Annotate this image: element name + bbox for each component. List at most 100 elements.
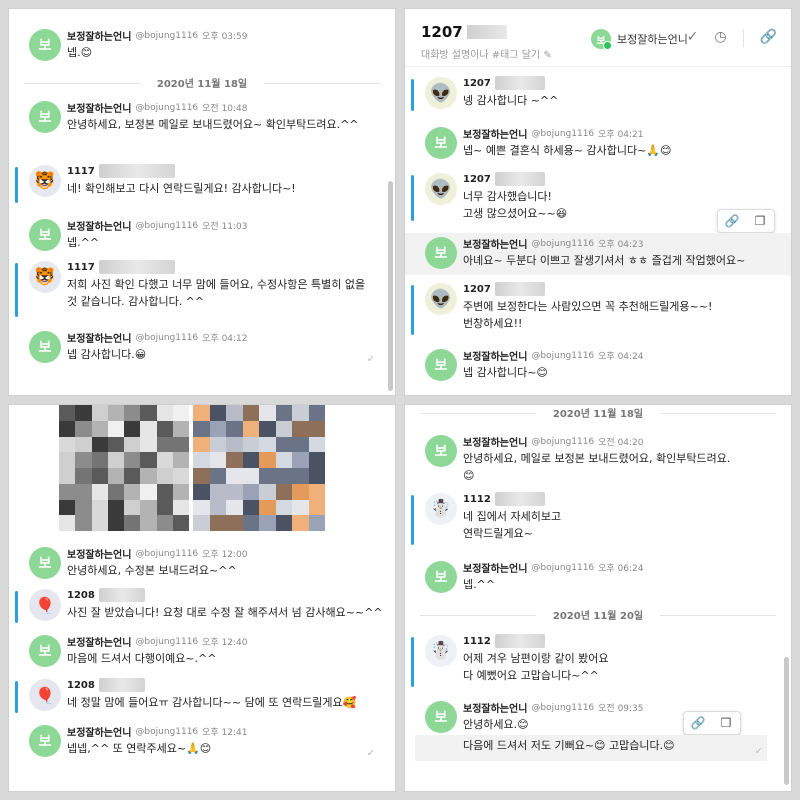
- photo-pixel: [75, 499, 92, 516]
- avatar[interactable]: 🐯: [29, 261, 61, 293]
- message-text: 안녕하세요, 보정본 메일로 보내드렸어요~ 확인부탁드려요.^^: [67, 118, 359, 131]
- message-item[interactable]: 보 보정잘하는언니 @bojung1116 오후 04:24 넵 감사합니다~😊: [405, 345, 791, 389]
- photo-pixel: [292, 515, 309, 531]
- chat-description[interactable]: 대화방 설명이나 #태그 달기 ✎: [421, 46, 552, 61]
- avatar[interactable]: 🎈: [29, 679, 61, 711]
- photo-pixel: [140, 483, 157, 500]
- photo-pixel: [275, 483, 292, 500]
- message-item[interactable]: 🐯 1117 저희 사진 확인 다했고 너무 맘에 들어요, 수정사항은 특별히…: [9, 257, 395, 323]
- avatar[interactable]: ☃️: [425, 635, 457, 667]
- sender-name: 보정잘하는언니: [463, 352, 528, 363]
- avatar[interactable]: 보: [425, 435, 457, 467]
- message-time: 오전 09:35: [598, 704, 644, 714]
- message-item[interactable]: 보 보정잘하는언니 @bojung1116 오후 04:23 아녜요~ 두분다 이쁘…: [405, 233, 791, 275]
- photo-pixel: [209, 499, 226, 516]
- avatar[interactable]: 보: [29, 101, 61, 133]
- scrollbar[interactable]: [388, 181, 393, 391]
- photo-pixel: [242, 452, 259, 468]
- sender-name: 보정잘하는언니: [67, 334, 132, 345]
- avatar[interactable]: 보: [425, 701, 457, 733]
- sender-name: 보정잘하는언니: [463, 130, 528, 141]
- photo-pixel: [308, 483, 325, 500]
- message-item[interactable]: 🎈 1208 네 정말 맘에 들어요ㅠ 감사합니다~~ 담에 또 연락드릴게요🥰: [9, 675, 395, 719]
- photo-pixel: [124, 452, 141, 468]
- edit-icon[interactable]: ✎: [543, 50, 551, 61]
- avatar[interactable]: 보: [29, 635, 61, 667]
- photo-pixel: [259, 515, 276, 531]
- avatar[interactable]: ☃️: [425, 493, 457, 525]
- photo-pixel: [75, 420, 92, 437]
- photo-pixel: [91, 405, 108, 421]
- sender-handle: @bojung1116: [135, 548, 199, 559]
- photo-pixel: [59, 483, 76, 500]
- avatar[interactable]: 보: [29, 331, 61, 363]
- avatar[interactable]: 👽: [425, 283, 457, 315]
- photo-pixel: [91, 483, 108, 500]
- avatar[interactable]: 👽: [425, 77, 457, 109]
- sender-name: 보정잘하는언니: [67, 638, 132, 649]
- message-item[interactable]: 보 보정잘하는언니 @bojung1116 오후 12:40 마음에 드셔서 다행이…: [9, 631, 395, 671]
- link-icon[interactable]: 🔗: [684, 712, 712, 734]
- message-item[interactable]: 보 보정잘하는언니 @bojung1116 오후 04:21 넵~ 예쁜 결혼식 하…: [405, 123, 791, 167]
- message-item[interactable]: 보 보정잘하는언니 @bojung1116 오후 03:59 넵.😊: [9, 25, 395, 65]
- scrollbar[interactable]: [784, 657, 789, 785]
- message-continuation[interactable]: 다음에 드셔서 저도 기뻐요~😊 고맙습니다.😊 ✓: [415, 735, 767, 761]
- message-item[interactable]: 보 보정잘하는언니 @bojung1116 오전 04:20 안녕하세요, 메일로 …: [405, 431, 791, 483]
- message-item[interactable]: 🎈 1208 사진 잘 받았습니다! 요청 대로 수정 잘 해주셔서 넘 감사해…: [9, 585, 395, 629]
- avatar[interactable]: 보: [425, 561, 457, 593]
- blurred-photo[interactable]: [59, 405, 189, 531]
- redacted-name: [494, 492, 545, 506]
- link-icon[interactable]: 🔗: [718, 210, 746, 232]
- photo-pixel: [242, 468, 259, 484]
- avatar[interactable]: 보: [425, 349, 457, 381]
- photo-pixel: [172, 436, 189, 453]
- link-icon[interactable]: 🔗: [760, 29, 777, 47]
- photo-pixel: [292, 436, 309, 453]
- check-icon[interactable]: ✓: [687, 29, 699, 47]
- clock-icon[interactable]: ◷: [714, 29, 726, 47]
- photo-pixel: [124, 405, 141, 421]
- avatar[interactable]: 보: [425, 127, 457, 159]
- message-text: 넵 감사합니다.😀: [67, 348, 147, 361]
- header-user[interactable]: 보 보정잘하는언니: [591, 29, 688, 50]
- message-text: 주변에 보정한다는 사람있으면 꼭 추천해드릴게용~~! 번창하세요!!: [463, 300, 713, 330]
- message-item[interactable]: 👽 1207 넹 감사합니다 ~^^: [405, 73, 791, 117]
- copy-icon[interactable]: ❐: [712, 712, 740, 734]
- photo-pixel: [156, 452, 173, 468]
- photo-pixel: [193, 436, 210, 453]
- copy-icon[interactable]: ❐: [746, 210, 774, 232]
- photo-pixel: [91, 436, 108, 453]
- photo-pixel: [275, 452, 292, 468]
- photo-pixel: [124, 436, 141, 453]
- chat-panel-3: 보 보정잘하는언니 @bojung1116 오후 12:00 안녕하세요, 수정본 …: [8, 404, 396, 792]
- photo-pixel: [156, 436, 173, 453]
- message-item[interactable]: 보 보정잘하는언니 @bojung1116 오후 12:00 안녕하세요, 수정본 …: [9, 543, 395, 583]
- photo-pixel: [91, 499, 108, 516]
- message-item[interactable]: 보 보정잘하는언니 @bojung1116 오후 04:12 넵 감사합니다.😀 ✓: [9, 327, 395, 371]
- message-item[interactable]: 👽 1207 주변에 보정한다는 사람있으면 꼭 추천해드릴게용~~! 번창하세…: [405, 279, 791, 341]
- photo-pixel: [226, 436, 243, 453]
- message-text: 넹 감사합니다 ~^^: [463, 94, 559, 107]
- avatar[interactable]: 보: [29, 29, 61, 61]
- avatar[interactable]: 🐯: [29, 165, 61, 197]
- photo-pixel: [292, 405, 309, 421]
- message-text: 안녕하세요, 수정본 보내드려요~^^: [67, 564, 237, 577]
- avatar[interactable]: 보: [29, 219, 61, 251]
- photo-pixel: [124, 499, 141, 516]
- avatar[interactable]: 👽: [425, 173, 457, 205]
- message-item[interactable]: 보 보정잘하는언니 @bojung1116 오후 06:24 넵.^^: [405, 557, 791, 599]
- photo-pixel: [209, 515, 226, 531]
- photo-pixel: [107, 420, 124, 437]
- message-item[interactable]: 보 보정잘하는언니 @bojung1116 오전 10:48 안녕하세요, 보정본 …: [9, 97, 395, 157]
- avatar[interactable]: 🎈: [29, 589, 61, 621]
- chat-title[interactable]: 1207: [421, 23, 507, 41]
- avatar[interactable]: 보: [29, 547, 61, 579]
- message-item[interactable]: 보 보정잘하는언니 @bojung1116 오후 12:41 넵넵,^^ 또 연락주…: [9, 721, 395, 765]
- avatar[interactable]: 보: [29, 725, 61, 757]
- message-item[interactable]: 보 보정잘하는언니 @bojung1116 오전 11:03 넵.^^: [9, 215, 395, 255]
- avatar[interactable]: 보: [425, 237, 457, 269]
- blurred-photo[interactable]: [193, 405, 325, 531]
- message-item[interactable]: ☃️ 1112 네 집에서 자세히보고 연락드릴게요~: [405, 489, 791, 551]
- message-item[interactable]: 🐯 1117 네! 확인해보고 다시 연락드릴게요! 감사합니다~!: [9, 161, 395, 209]
- message-item[interactable]: ☃️ 1112 어제 겨우 남편이랑 같이 봤어요 다 예뻤어요 고맙습니다~^…: [405, 631, 791, 693]
